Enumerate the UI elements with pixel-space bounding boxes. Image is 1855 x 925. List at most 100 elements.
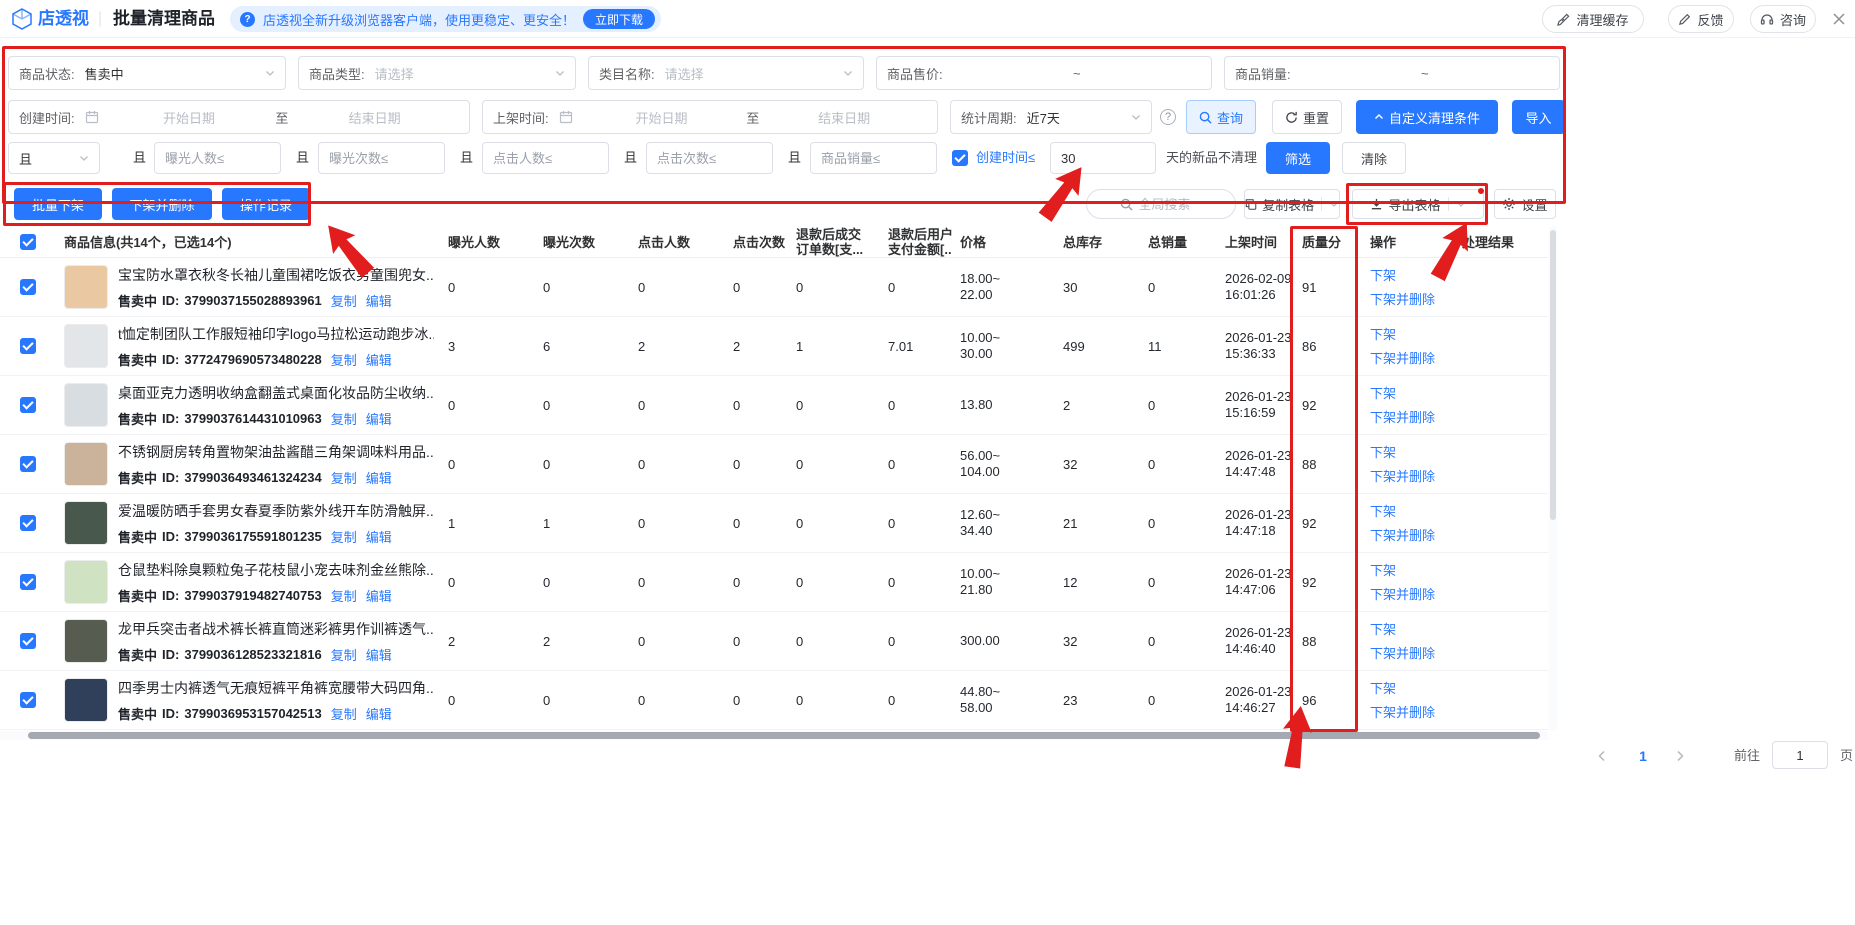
edit-link[interactable]: 编辑 xyxy=(366,586,392,605)
logic-and-select[interactable]: 且 xyxy=(8,142,100,174)
vertical-scroll-thumb[interactable] xyxy=(1550,230,1556,520)
row-checkbox[interactable] xyxy=(20,338,36,354)
import-button[interactable]: 导入 xyxy=(1512,100,1565,134)
copy-link[interactable]: 复制 xyxy=(331,527,357,546)
table-body: 宝宝防水罩衣秋冬长袖儿童围裙吃饭衣男童围兜女... 售卖中 ID: 379903… xyxy=(0,258,1548,730)
copy-link[interactable]: 复制 xyxy=(331,586,357,605)
cell-actions: 下架 下架并删除 xyxy=(1362,327,1454,366)
offshelf-delete-link[interactable]: 下架并删除 xyxy=(1370,410,1450,425)
copy-link[interactable]: 复制 xyxy=(331,468,357,487)
click-people-input[interactable] xyxy=(482,142,609,174)
export-table-button[interactable]: 导出表格 xyxy=(1352,188,1484,219)
offshelf-link[interactable]: 下架 xyxy=(1370,386,1450,401)
offshelf-link[interactable]: 下架 xyxy=(1370,563,1450,578)
copy-link[interactable]: 复制 xyxy=(331,409,357,428)
offshelf-link[interactable]: 下架 xyxy=(1370,327,1450,342)
edit-link[interactable]: 编辑 xyxy=(366,409,392,428)
table-vertical-scrollbar[interactable] xyxy=(1549,226,1557,731)
filter-product-status[interactable]: 商品状态: 售卖中 xyxy=(8,56,286,90)
clear-button[interactable]: 清除 xyxy=(1342,142,1406,174)
offshelf-link[interactable]: 下架 xyxy=(1370,268,1450,283)
copy-link[interactable]: 复制 xyxy=(331,291,357,310)
offshelf-delete-link[interactable]: 下架并删除 xyxy=(1370,528,1450,543)
row-checkbox[interactable] xyxy=(20,279,36,295)
filter-price-range[interactable]: 商品售价: ~ xyxy=(876,56,1212,90)
filter-shelf-time[interactable]: 上架时间: 开始日期 至 结束日期 xyxy=(482,100,938,134)
copy-link[interactable]: 复制 xyxy=(331,704,357,723)
newitem-days-input[interactable] xyxy=(1050,142,1156,174)
row-checkbox[interactable] xyxy=(20,633,36,649)
operation-log-button[interactable]: 操作记录 xyxy=(222,188,310,220)
offshelf-delete-link[interactable]: 下架并删除 xyxy=(1370,292,1450,307)
edit-link[interactable]: 编辑 xyxy=(366,350,392,369)
cell-click-views: 0 xyxy=(733,397,741,413)
cell-sales: 0 xyxy=(1148,456,1156,472)
consult-button[interactable]: 咨询 xyxy=(1750,5,1816,33)
filter-button[interactable]: 筛选 xyxy=(1266,142,1330,174)
exposure-people-input[interactable] xyxy=(154,142,281,174)
row-checkbox[interactable] xyxy=(20,574,36,590)
row-checkbox[interactable] xyxy=(20,397,36,413)
cell-refund-orders: 1 xyxy=(796,338,804,354)
click-views-input[interactable] xyxy=(646,142,773,174)
copy-link[interactable]: 复制 xyxy=(331,350,357,369)
filter-sales-range[interactable]: 商品销量: ~ xyxy=(1224,56,1560,90)
edit-link[interactable]: 编辑 xyxy=(366,468,392,487)
cell-click-views: 0 xyxy=(733,515,741,531)
next-page-button[interactable] xyxy=(1668,744,1692,768)
offshelf-link[interactable]: 下架 xyxy=(1370,622,1450,637)
newitem-checkbox[interactable] xyxy=(952,150,968,166)
search-input[interactable] xyxy=(1138,196,1203,212)
filter-category-name[interactable]: 类目名称: 请选择 xyxy=(588,56,864,90)
cell-sales: 0 xyxy=(1148,515,1156,531)
select-all-checkbox[interactable] xyxy=(20,233,36,250)
app-logo[interactable]: 店透视 xyxy=(38,0,89,38)
copy-table-button[interactable]: 复制表格 xyxy=(1244,189,1340,219)
help-icon[interactable]: ? xyxy=(1160,109,1176,125)
prev-page-button[interactable] xyxy=(1590,744,1614,768)
close-icon[interactable] xyxy=(1832,12,1846,29)
offshelf-delete-link[interactable]: 下架并删除 xyxy=(1370,469,1450,484)
offshelf-delete-link[interactable]: 下架并删除 xyxy=(1370,646,1450,661)
page-number-current[interactable]: 1 xyxy=(1630,744,1656,768)
product-sales-input[interactable] xyxy=(810,142,937,174)
edit-link[interactable]: 编辑 xyxy=(366,704,392,723)
global-search[interactable] xyxy=(1086,189,1236,219)
custom-clean-condition-button[interactable]: 自定义清理条件 xyxy=(1356,100,1498,134)
row-checkbox[interactable] xyxy=(20,456,36,472)
clear-cache-button[interactable]: 清理缓存 xyxy=(1542,5,1644,33)
edit-link[interactable]: 编辑 xyxy=(366,527,392,546)
col-header-exposure-views: 曝光次数 xyxy=(543,235,596,250)
offshelf-link[interactable]: 下架 xyxy=(1370,504,1450,519)
goto-page-input[interactable] xyxy=(1772,741,1828,769)
offshelf-delete-link[interactable]: 下架并删除 xyxy=(1370,351,1450,366)
row-checkbox[interactable] xyxy=(20,515,36,531)
reset-button[interactable]: 重置 xyxy=(1272,100,1342,134)
offshelf-link[interactable]: 下架 xyxy=(1370,445,1450,460)
exposure-views-input[interactable] xyxy=(318,142,445,174)
offshelf-delete-button[interactable]: 下架并删除 xyxy=(112,188,212,220)
product-id: 3799036175591801235 xyxy=(184,528,322,544)
offshelf-link[interactable]: 下架 xyxy=(1370,681,1450,696)
offshelf-delete-link[interactable]: 下架并删除 xyxy=(1370,705,1450,720)
filter-product-type[interactable]: 商品类型: 请选择 xyxy=(298,56,576,90)
cell-click-people: 0 xyxy=(638,692,646,708)
table-horizontal-scrollbar[interactable] xyxy=(0,731,1548,740)
offshelf-delete-link[interactable]: 下架并删除 xyxy=(1370,587,1450,602)
filter-stat-period[interactable]: 统计周期: 近7天 xyxy=(950,100,1152,134)
edit-link[interactable]: 编辑 xyxy=(366,291,392,310)
settings-button[interactable]: 设置 xyxy=(1494,189,1556,219)
download-now-button[interactable]: 立即下载 xyxy=(583,9,656,29)
filter-create-time[interactable]: 创建时间: 开始日期 至 结束日期 xyxy=(8,100,470,134)
feedback-button[interactable]: 反馈 xyxy=(1668,5,1734,33)
copy-link[interactable]: 复制 xyxy=(331,645,357,664)
query-button[interactable]: 查询 xyxy=(1186,100,1256,134)
product-id: 3799037155028893961 xyxy=(184,292,322,308)
cell-exposure-people: 0 xyxy=(448,397,456,413)
horizontal-scroll-thumb[interactable] xyxy=(28,732,1540,739)
row-checkbox[interactable] xyxy=(20,692,36,708)
product-id: 3799036953157042513 xyxy=(184,705,322,721)
product-title: 仓鼠垫料除臭颗粒兔子花枝鼠小宠去味剂金丝熊除... xyxy=(118,561,434,578)
batch-offshelf-button[interactable]: 批量下架 xyxy=(14,188,102,220)
edit-link[interactable]: 编辑 xyxy=(366,645,392,664)
